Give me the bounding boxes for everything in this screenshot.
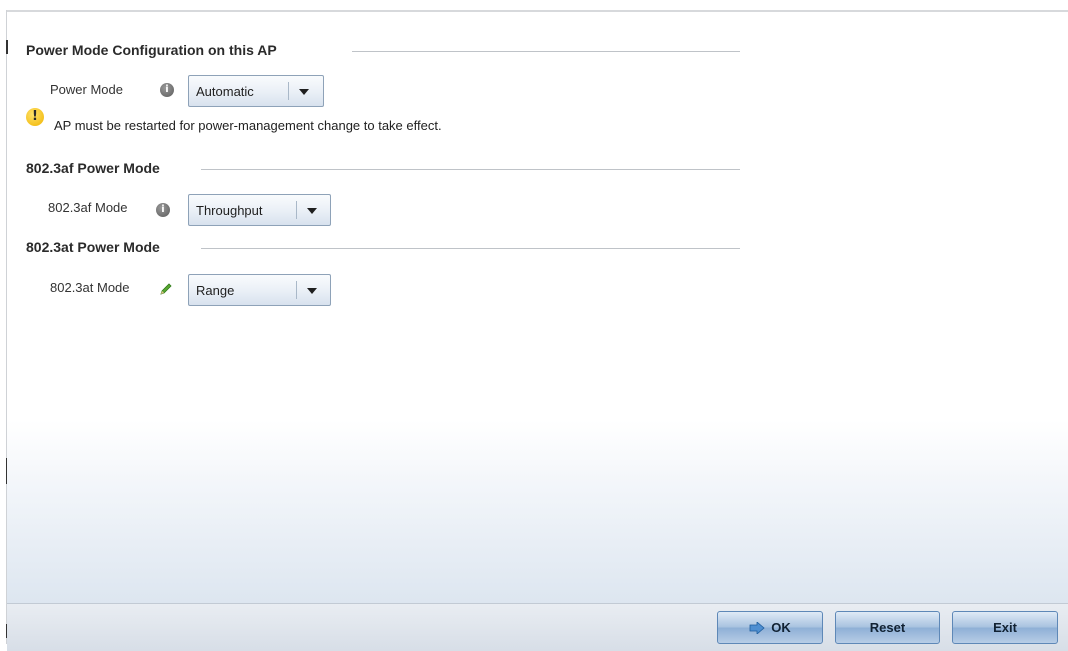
- section-title-802-3af: 802.3af Power Mode: [26, 160, 160, 176]
- reset-button[interactable]: Reset: [835, 611, 940, 644]
- af-mode-label: 802.3af Mode: [48, 200, 128, 215]
- section-divider: [201, 169, 740, 170]
- restart-warning-text: AP must be restarted for power-managemen…: [54, 118, 442, 133]
- at-mode-select[interactable]: Range: [188, 274, 331, 306]
- ok-arrow-icon: [749, 621, 765, 634]
- select-divider: [296, 281, 297, 299]
- reset-button-label: Reset: [869, 620, 906, 635]
- section-divider: [352, 51, 740, 52]
- content-background-gradient: [7, 420, 1068, 603]
- chevron-down-icon[interactable]: [299, 89, 309, 95]
- section-802-3af: 802.3af Power Mode: [26, 160, 740, 180]
- section-divider: [201, 248, 740, 249]
- section-title-802-3at: 802.3at Power Mode: [26, 239, 160, 255]
- exit-button-label: Exit: [993, 620, 1017, 635]
- warning-icon: !: [26, 108, 44, 126]
- left-edge-mark: [6, 40, 8, 54]
- pencil-edit-icon[interactable]: [159, 282, 173, 296]
- ok-button-label: OK: [771, 620, 791, 635]
- info-icon[interactable]: i: [156, 203, 170, 217]
- info-icon-glyph: i: [165, 84, 169, 95]
- power-mode-label: Power Mode: [50, 82, 123, 97]
- exit-button[interactable]: Exit: [952, 611, 1058, 644]
- info-icon-glyph: i: [161, 204, 165, 215]
- at-mode-label: 802.3at Mode: [50, 280, 130, 295]
- section-title-power-mode: Power Mode Configuration on this AP: [26, 42, 277, 58]
- select-divider: [296, 201, 297, 219]
- info-icon[interactable]: i: [160, 83, 174, 97]
- chevron-down-icon[interactable]: [307, 208, 317, 214]
- af-mode-select[interactable]: Throughput: [188, 194, 331, 226]
- af-mode-select-value: Throughput: [196, 203, 263, 218]
- warning-icon-glyph: !: [32, 109, 38, 124]
- chevron-down-icon[interactable]: [307, 288, 317, 294]
- content-top-border: [6, 10, 1068, 12]
- at-mode-select-value: Range: [196, 283, 235, 298]
- select-divider: [288, 82, 289, 100]
- ok-button[interactable]: OK: [717, 611, 823, 644]
- power-mode-select-value: Automatic: [196, 84, 254, 99]
- section-power-mode: Power Mode Configuration on this AP: [26, 42, 740, 62]
- section-802-3at: 802.3at Power Mode: [26, 239, 740, 259]
- power-mode-select[interactable]: Automatic: [188, 75, 324, 107]
